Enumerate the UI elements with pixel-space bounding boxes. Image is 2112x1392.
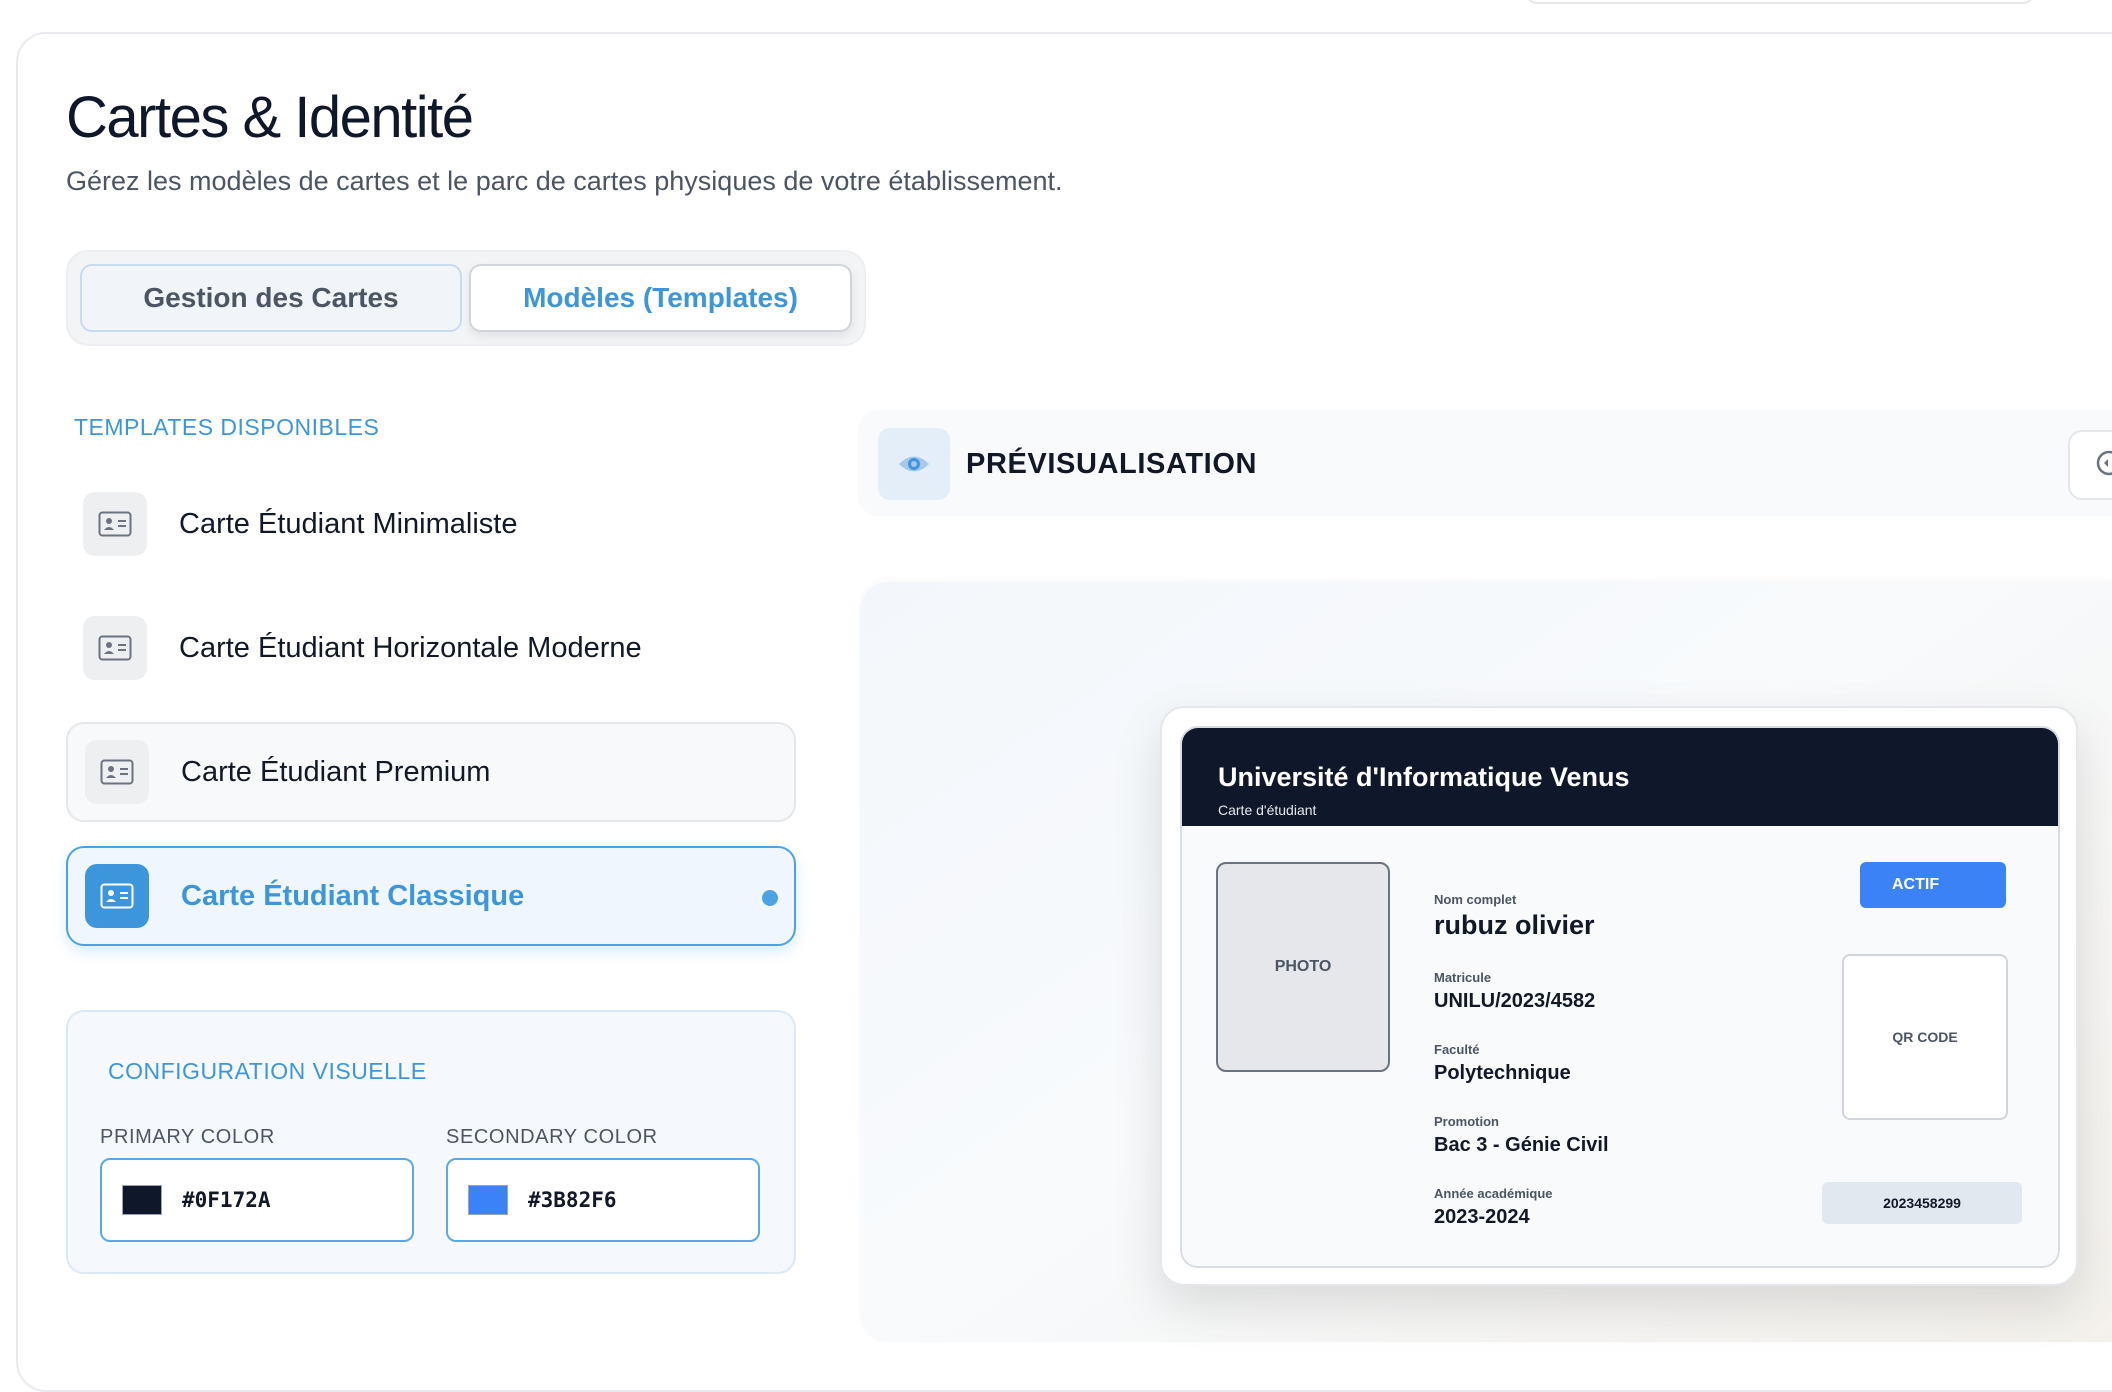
- template-item-premium[interactable]: Carte Étudiant Premium: [66, 722, 796, 822]
- refresh-icon: [2094, 448, 2112, 483]
- secondary-color-swatch[interactable]: [468, 1185, 508, 1215]
- preview-title: PRÉVISUALISATION: [966, 448, 1258, 480]
- preview-header: PRÉVISUALISATION: [858, 410, 2112, 516]
- field-value-nom: rubuz olivier: [1434, 910, 1595, 940]
- university-name: Université d'Informatique Venus: [1218, 762, 1630, 792]
- tab-bar: Gestion des Cartes Modèles (Templates): [66, 250, 866, 346]
- template-label: Carte Étudiant Horizontale Moderne: [179, 631, 642, 664]
- secondary-color-label: SECONDARY COLOR: [446, 1126, 658, 1148]
- photo-placeholder: PHOTO: [1216, 862, 1390, 1072]
- refresh-preview-button[interactable]: [2068, 430, 2112, 500]
- template-item-classique[interactable]: Carte Étudiant Classique: [66, 846, 796, 946]
- secondary-color-input[interactable]: #3B82F6: [446, 1158, 760, 1242]
- barcode-number: 2023458299: [1822, 1182, 2022, 1224]
- field-value-promotion: Bac 3 - Génie Civil: [1434, 1134, 1609, 1156]
- card-header: Université d'Informatique Venus Carte d'…: [1182, 728, 2058, 826]
- config-section-label: CONFIGURATION VISUELLE: [108, 1058, 427, 1084]
- field-label-faculte: Faculté: [1434, 1042, 1480, 1057]
- field-label-matricule: Matricule: [1434, 970, 1492, 985]
- page-title: Cartes & Identité: [66, 85, 474, 150]
- qr-code-placeholder: QR CODE: [1842, 954, 2008, 1120]
- id-card-icon: [85, 864, 149, 928]
- primary-color-value: #0F172A: [182, 1188, 271, 1212]
- template-label: Carte Étudiant Premium: [181, 755, 491, 788]
- selected-indicator-dot: [762, 890, 778, 906]
- field-label-promotion: Promotion: [1434, 1114, 1499, 1129]
- page-subtitle: Gérez les modèles de cartes et le parc d…: [66, 166, 1063, 196]
- field-label-nom: Nom complet: [1434, 892, 1517, 907]
- status-badge: ACTIF: [1860, 862, 2006, 908]
- field-value-annee: 2023-2024: [1434, 1206, 1530, 1228]
- eye-icon: [878, 428, 950, 500]
- secondary-color-value: #3B82F6: [528, 1188, 617, 1212]
- templates-section-label: TEMPLATES DISPONIBLES: [74, 414, 380, 440]
- card-type-label: Carte d'étudiant: [1218, 802, 1317, 818]
- tab-gestion-des-cartes[interactable]: Gestion des Cartes: [80, 264, 462, 332]
- student-card: Université d'Informatique Venus Carte d'…: [1180, 726, 2060, 1268]
- student-card-preview: Université d'Informatique Venus Carte d'…: [1160, 706, 2078, 1286]
- id-card-icon: [85, 740, 149, 804]
- primary-color-swatch[interactable]: [122, 1185, 162, 1215]
- visual-config-panel: CONFIGURATION VISUELLE PRIMARY COLOR #0F…: [66, 1010, 796, 1274]
- top-search-bar[interactable]: [1525, 0, 2035, 4]
- template-item-horizontale-moderne[interactable]: Carte Étudiant Horizontale Moderne: [66, 598, 796, 698]
- id-card-icon: [83, 616, 147, 680]
- field-value-faculte: Polytechnique: [1434, 1062, 1571, 1084]
- primary-color-label: PRIMARY COLOR: [100, 1126, 275, 1148]
- field-label-annee: Année académique: [1434, 1186, 1553, 1201]
- tab-modeles-templates[interactable]: Modèles (Templates): [469, 264, 852, 332]
- field-value-matricule: UNILU/2023/4582: [1434, 990, 1596, 1012]
- template-item-minimaliste[interactable]: Carte Étudiant Minimaliste: [66, 474, 796, 574]
- id-card-icon: [83, 492, 147, 556]
- template-label: Carte Étudiant Classique: [181, 879, 525, 912]
- primary-color-input[interactable]: #0F172A: [100, 1158, 414, 1242]
- template-label: Carte Étudiant Minimaliste: [179, 507, 518, 540]
